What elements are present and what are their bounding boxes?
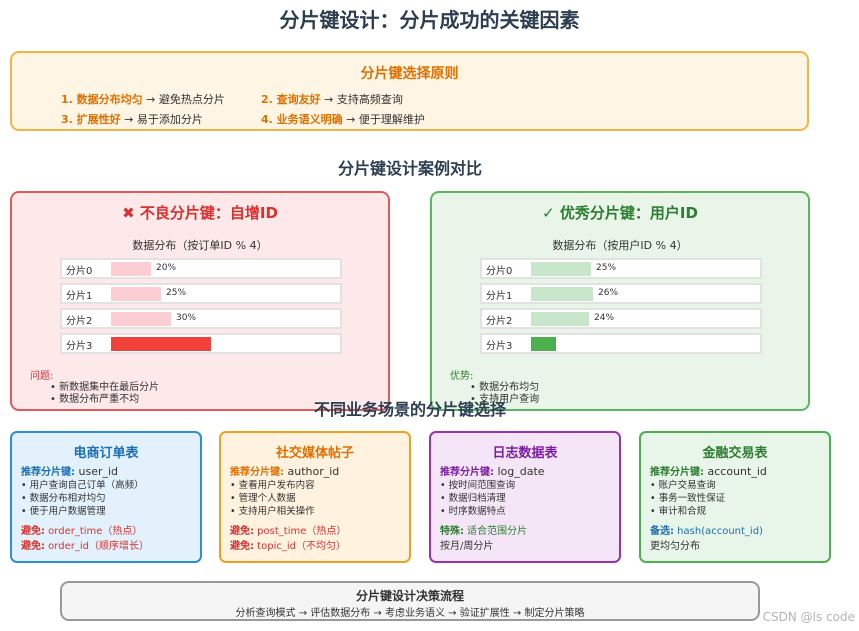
list-item: 时序数据特点	[440, 505, 515, 518]
bad-shard-key-panel: ✖ 不良分片键：自增ID 数据分布（按订单ID % 4） 分片0 20% 分片1 25…	[10, 191, 390, 411]
card-title: 电商订单表	[73, 446, 139, 461]
shard-row: 分片1 26%	[480, 283, 762, 304]
watermark: CSDN @ls code	[762, 610, 855, 624]
list-item: 管理个人数据	[230, 492, 315, 505]
alternative-label: 备选:	[650, 526, 674, 537]
alternative-value: hash(account_id)	[674, 526, 763, 537]
list-item: 事务一致性保证	[650, 492, 726, 505]
avoid-list: 避免: order_time（热点） 避免: order_id（顺序增长）	[21, 524, 149, 554]
special-value: 适合范围分片	[464, 526, 528, 537]
list-item: 支持用户相关操作	[230, 505, 315, 518]
avoid-list: 避免: post_time（热点） 避免: topic_id（不均匀）	[230, 524, 346, 554]
card-title: 金融交易表	[702, 446, 768, 461]
shard-bar	[111, 312, 171, 326]
special-label: 特殊:	[440, 526, 464, 537]
case-comparison-title: 分片键设计案例对比	[337, 159, 482, 178]
shard-row: 分片3	[60, 333, 342, 354]
list-item: 数据分布相对均匀	[21, 492, 144, 505]
shard-label: 分片0	[486, 266, 513, 277]
reason-list: 用户查询自己订单（高频） 数据分布相对均匀 便于用户数据管理	[21, 479, 144, 518]
recommended-key: 推荐分片键: author_id	[230, 465, 340, 478]
shard-row: 分片0 25%	[480, 258, 762, 279]
check-icon: ✓	[542, 204, 555, 222]
scenario-title: 不同业务场景的分片键选择	[313, 400, 506, 419]
principles-panel: 分片键选择原则 1. 数据分布均匀 → 避免热点分片 2. 查询友好 → 支持高…	[10, 51, 809, 131]
shard-label: 分片0	[66, 266, 93, 277]
decision-flow-panel: 分片键设计决策流程 分析查询模式 → 评估数据分布 → 考虑业务语义 → 验证扩…	[60, 581, 760, 621]
shard-row: 分片0 20%	[60, 258, 342, 279]
shard-label: 分片1	[66, 291, 93, 302]
flow-title: 分片键设计决策流程	[355, 589, 464, 603]
card-finance-transactions: 金融交易表 推荐分片键: account_id 账户交易查询 事务一致性保证 审…	[639, 431, 831, 563]
cross-icon: ✖	[122, 204, 135, 222]
shard-bar	[531, 262, 591, 276]
shard-percent: 25%	[166, 288, 187, 298]
list-item: 账户交易查询	[650, 479, 725, 492]
shard-bar	[531, 337, 556, 351]
shard-label: 分片3	[486, 341, 513, 352]
list-item: 便于用户数据管理	[21, 505, 144, 518]
shard-label: 分片2	[66, 316, 93, 327]
good-shard-key-panel: ✓ 优秀分片键：用户ID 数据分布（按用户ID % 4） 分片0 25% 分片1 26…	[430, 191, 810, 411]
shard-percent: 20%	[156, 263, 177, 273]
principle-item: 3. 扩展性好 → 易于添加分片	[61, 113, 203, 126]
principle-item: 4. 业务语义明确 → 便于理解维护	[261, 113, 425, 126]
shard-percent: 25%	[596, 263, 617, 273]
alternative-detail: 更均匀分布	[650, 541, 700, 552]
recommended-key: 推荐分片键: log_date	[440, 465, 545, 478]
good-case-title: ✓ 优秀分片键：用户ID	[542, 204, 698, 222]
principles-title: 分片键选择原则	[360, 66, 459, 82]
principle-item: 2. 查询友好 → 支持高频查询	[261, 93, 403, 106]
bad-case-title: ✖ 不良分片键：自增ID	[122, 204, 278, 222]
recommended-key: 推荐分片键: user_id	[21, 465, 119, 478]
avoid-item: 避免: topic_id（不均匀）	[230, 541, 346, 552]
shard-percent: 24%	[594, 313, 615, 323]
special-note: 特殊: 适合范围分片 按月/周分片	[440, 524, 527, 554]
flow-steps: 分析查询模式 → 评估数据分布 → 考虑业务语义 → 验证扩展性 → 制定分片策…	[235, 608, 585, 619]
shard-label: 分片3	[66, 341, 93, 352]
good-distribution-title: 数据分布（按用户ID % 4）	[552, 239, 688, 252]
shard-row: 分片3	[480, 333, 762, 354]
special-detail: 按月/周分片	[440, 541, 494, 552]
list-item: 数据归档清理	[440, 492, 515, 505]
reason-list: 账户交易查询 事务一致性保证 审计和合规	[650, 479, 726, 518]
principle-item: 1. 数据分布均匀 → 避免热点分片	[61, 93, 225, 106]
card-title: 日志数据表	[492, 446, 558, 461]
shard-bar	[111, 262, 151, 276]
shard-label: 分片1	[486, 291, 513, 302]
shard-row: 分片2 30%	[60, 308, 342, 329]
card-ecommerce-orders: 电商订单表 推荐分片键: user_id 用户查询自己订单（高频） 数据分布相对…	[10, 431, 202, 563]
list-item: 审计和合规	[650, 505, 725, 518]
card-title: 社交媒体帖子	[275, 446, 354, 461]
alternative-note: 备选: hash(account_id) 更均匀分布	[650, 524, 763, 554]
notes-header: 优势:	[450, 371, 474, 382]
reason-list: 查看用户发布内容 管理个人数据 支持用户相关操作	[230, 479, 315, 518]
shard-percent: 30%	[176, 313, 197, 323]
reason-list: 按时间范围查询 数据归档清理 时序数据特点	[440, 479, 516, 518]
bad-distribution-title: 数据分布（按订单ID % 4）	[132, 239, 268, 252]
list-item: 按时间范围查询	[440, 479, 516, 492]
note-item: 新数据集中在最后分片	[30, 382, 159, 394]
page-title: 分片键设计：分片成功的关键因素	[279, 8, 580, 32]
shard-bar	[111, 287, 161, 301]
recommended-key: 推荐分片键: account_id	[650, 465, 767, 478]
notes-header: 问题:	[30, 371, 54, 382]
shard-bar	[111, 337, 211, 351]
shard-bar	[531, 287, 593, 301]
avoid-item: 避免: order_id（顺序增长）	[21, 541, 149, 552]
shard-row: 分片2 24%	[480, 308, 762, 329]
card-log-data: 日志数据表 推荐分片键: log_date 按时间范围查询 数据归档清理 时序数…	[429, 431, 621, 563]
shard-row: 分片1 25%	[60, 283, 342, 304]
note-item: 数据分布均匀	[450, 382, 539, 394]
shard-label: 分片2	[486, 316, 513, 327]
shard-percent: 26%	[598, 288, 619, 298]
shard-bar	[531, 312, 589, 326]
list-item: 查看用户发布内容	[230, 479, 315, 492]
avoid-item: 避免: order_time（热点）	[21, 526, 143, 537]
card-social-posts: 社交媒体帖子 推荐分片键: author_id 查看用户发布内容 管理个人数据 …	[219, 431, 411, 563]
avoid-item: 避免: post_time（热点）	[230, 526, 347, 537]
list-item: 用户查询自己订单（高频）	[21, 479, 144, 492]
